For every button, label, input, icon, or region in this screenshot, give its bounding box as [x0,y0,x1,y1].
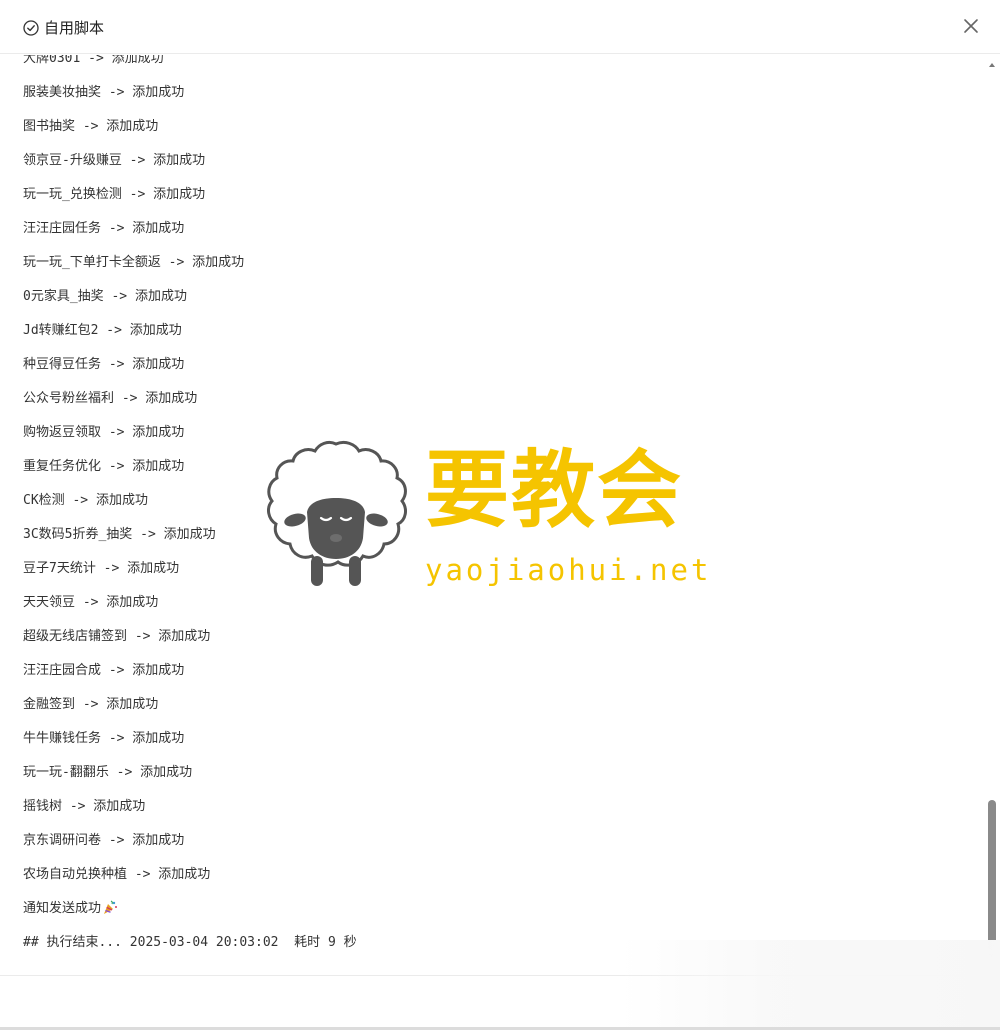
log-line: 农场自动兑换种植 -> 添加成功 [23,867,211,882]
log-line: 摇钱树 -> 添加成功 [23,799,146,814]
log-line-end: ## 执行结束... 2025-03-04 20:03:02 耗时 9 秒 [23,935,357,950]
scroll-up-arrow-icon[interactable] [989,63,995,67]
party-popper-icon [104,900,118,914]
log-scrollbar[interactable] [987,55,997,960]
log-line: 购物返豆领取 -> 添加成功 [23,425,185,440]
modal-title-group: 自用脚本 [23,18,104,38]
log-line: 玩一玩-翻翻乐 -> 添加成功 [23,765,193,780]
log-line: 0元家具_抽奖 -> 添加成功 [23,289,187,304]
scroll-down-arrow-icon[interactable] [989,954,995,958]
log-line: CK检测 -> 添加成功 [23,493,148,508]
log-line: 天天领豆 -> 添加成功 [23,595,159,610]
log-line: 超级无线店铺签到 -> 添加成功 [23,629,211,644]
log-lines: 大牌0301 -> 添加成功服装美妆抽奖 -> 添加成功 图书抽奖 -> 添加成功… [23,55,357,960]
close-icon[interactable] [962,17,980,35]
log-line: 汪汪庄园合成 -> 添加成功 [23,663,185,678]
log-line: 豆子7天统计 -> 添加成功 [23,561,180,576]
log-line: 3C数码5折券_抽奖 -> 添加成功 [23,527,216,542]
log-line: 重复任务优化 -> 添加成功 [23,459,185,474]
log-line: 公众号粉丝福利 -> 添加成功 [23,391,198,406]
notify-text: 通知发送成功 [23,901,102,916]
footer-divider [0,975,1000,976]
log-output[interactable]: 大牌0301 -> 添加成功服装美妆抽奖 -> 添加成功 图书抽奖 -> 添加成功… [0,55,1000,975]
log-line: 玩一玩_兑换检测 -> 添加成功 [23,187,206,202]
log-line: Jd转赚红包2 -> 添加成功 [23,323,182,338]
log-line: 种豆得豆任务 -> 添加成功 [23,357,185,372]
log-line: 玩一玩_下单打卡全额返 -> 添加成功 [23,255,245,270]
log-line: 金融签到 -> 添加成功 [23,697,159,712]
log-line: 京东调研问卷 -> 添加成功 [23,833,185,848]
log-line-notify: 通知发送成功 [23,892,357,926]
log-line: 领京豆-升级赚豆 -> 添加成功 [23,153,206,168]
log-line: 图书抽奖 -> 添加成功 [23,119,159,134]
modal-header: 自用脚本 [0,0,1000,54]
scroll-thumb[interactable] [988,800,996,950]
log-line: 汪汪庄园任务 -> 添加成功 [23,221,185,236]
log-line: 大牌0301 -> 添加成功 [23,55,164,66]
check-circle-icon [23,20,39,36]
log-line: 牛牛赚钱任务 -> 添加成功 [23,731,185,746]
log-line: 服装美妆抽奖 -> 添加成功 [23,85,185,100]
modal-title: 自用脚本 [44,19,105,37]
